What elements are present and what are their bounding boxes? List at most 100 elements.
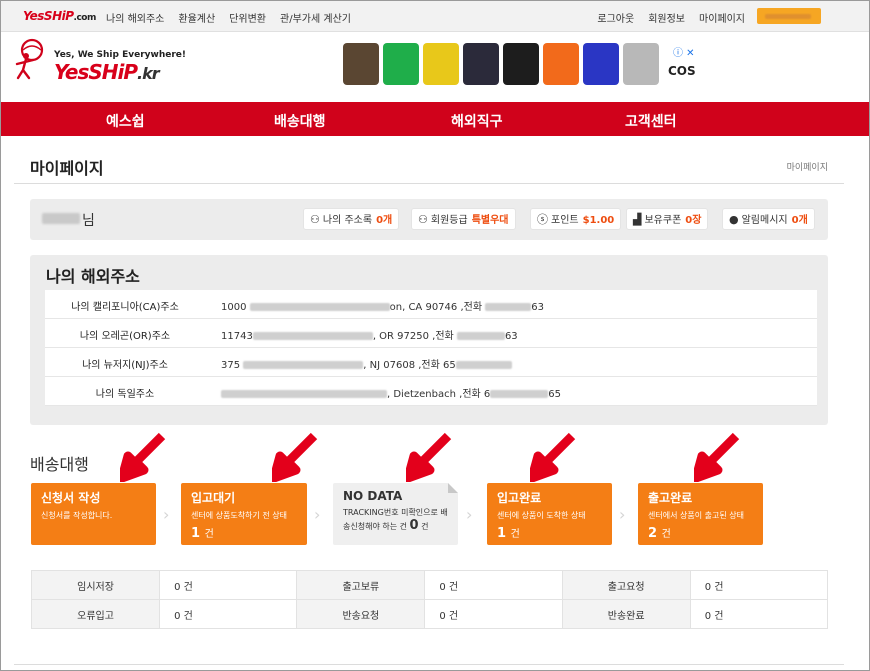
top-logo[interactable]: YesSHiP.com — [23, 9, 96, 23]
status-card-shipped[interactable]: 출고완료 센터에서 상품이 출고된 상태 2 건 — [638, 483, 763, 545]
chip-messages[interactable]: ● 알림메시지 0개 — [722, 208, 815, 230]
logout-link[interactable]: 로그아웃 — [597, 14, 634, 25]
status-value[interactable]: 0 건 — [159, 599, 298, 629]
address-label: 나의 뉴저지(NJ)주소 — [82, 360, 168, 371]
chip-member-level[interactable]: ⚇ 회원등급 특별우대 — [411, 208, 516, 230]
coupon-icon: ▟ — [633, 213, 642, 226]
address-row-nj: 나의 뉴저지(NJ)주소 375 , NJ 07608 ,전화 65 — [45, 348, 817, 377]
brand-name: YesSHiP.kr — [54, 60, 160, 84]
status-card-application[interactable]: 신청서 작성 신청서를 작성합니다. — [31, 483, 156, 545]
chevron-right-icon: › — [314, 505, 321, 524]
card-desc: 센터에서 상품이 출고된 상태 — [648, 511, 744, 520]
ad-product-image — [463, 43, 499, 85]
ad-product-image — [423, 43, 459, 85]
red-arrow-annotation-icon — [406, 432, 452, 482]
address-text: , Dietzenbach ,전화 6 65 — [221, 385, 561, 400]
top-link-unit-convert[interactable]: 단위변환 — [229, 14, 266, 25]
ad-product-image — [503, 43, 539, 85]
red-arrow-annotation-icon — [272, 432, 318, 482]
address-text: 11743, OR 97250 ,전화 63 — [221, 331, 518, 342]
card-count: 1 건 — [497, 526, 520, 541]
message-icon: ● — [729, 213, 739, 226]
point-icon: ⓢ — [537, 213, 548, 226]
status-key: 출고보류 — [296, 570, 426, 600]
ad-product-image — [543, 43, 579, 85]
red-arrow-annotation-icon — [530, 432, 576, 482]
ad-brand: COS — [668, 64, 696, 78]
red-arrow-annotation-icon — [694, 432, 740, 482]
address-label: 나의 오레곤(OR)주소 — [79, 331, 171, 342]
table-row: 오류입고 0 건 반송요청 0 건 반송완료 0 건 — [30, 599, 829, 629]
status-value[interactable]: 0 건 — [689, 570, 829, 600]
ad-product-image — [583, 43, 619, 85]
status-card-no-data[interactable]: NO DATA TRACKING번호 미확인으로 배송신청해야 하는 건 0 건 — [333, 483, 458, 545]
address-label: 나의 독일주소 — [95, 389, 155, 400]
ad-product-image — [383, 43, 419, 85]
card-title: 신청서 작성 — [41, 491, 101, 505]
ad-info-icon[interactable]: ⓘ ✕ — [673, 44, 695, 59]
ad-product-image — [623, 43, 659, 85]
card-desc: 신청서를 작성합니다. — [41, 511, 113, 520]
user-name-blurred — [42, 213, 80, 224]
address-text: 375 , NJ 07608 ,전화 65 — [221, 356, 512, 371]
address-row-de: 나의 독일주소 , Dietzenbach ,전화 6 65 — [45, 377, 817, 406]
blurred-label — [765, 14, 811, 19]
status-value[interactable]: 0 건 — [424, 599, 563, 629]
chip-coupons[interactable]: ▟ 보유쿠폰 0장 — [626, 208, 709, 230]
status-card-received[interactable]: 입고완료 센터에 상품이 도착한 상태 1 건 — [487, 483, 612, 545]
status-value[interactable]: 0 건 — [159, 570, 298, 600]
top-link-exchange[interactable]: 환율계산 — [178, 14, 215, 25]
chip-points[interactable]: ⓢ 포인트 $1.00 — [530, 208, 622, 230]
top-orange-button[interactable] — [757, 8, 821, 24]
chevron-right-icon: › — [619, 505, 626, 524]
brand-tagline: Yes, We Ship Everywhere! — [54, 50, 186, 60]
chip-address-book[interactable]: ⚇ 나의 주소록 0개 — [303, 208, 400, 230]
chevron-right-icon: › — [163, 505, 170, 524]
status-key: 오류입고 — [30, 599, 161, 629]
divider — [14, 183, 844, 184]
ad-product-image — [343, 43, 379, 85]
top-links: 나의 해외주소 환율계산 단위변환 관/부가세 계산기 — [106, 10, 365, 25]
status-key: 출고요청 — [561, 570, 691, 600]
card-title: 입고완료 — [497, 491, 542, 505]
shipping-section-title: 배송대행 — [30, 455, 89, 474]
chevron-right-icon: › — [466, 505, 473, 524]
card-title: NO DATA — [343, 489, 403, 503]
address-label: 나의 캘리포니아(CA)주소 — [71, 302, 179, 313]
card-count: 2 건 — [648, 526, 671, 541]
card-title: 출고완료 — [648, 491, 693, 505]
nav-shipping-agency[interactable]: 배송대행 — [274, 111, 326, 131]
status-card-awaiting-arrival[interactable]: 입고대기 센터에 상품도착하기 전 상태 1 건 — [181, 483, 307, 545]
brand-logo[interactable]: Yes, We Ship Everywhere! YesSHiP.kr — [14, 36, 194, 86]
member-info-link[interactable]: 회원정보 — [648, 14, 685, 25]
top-link-tax-calc[interactable]: 관/부가세 계산기 — [280, 14, 351, 25]
nav-customer-center[interactable]: 고객센터 — [625, 111, 677, 131]
status-value[interactable]: 0 건 — [424, 570, 563, 600]
divider — [14, 664, 844, 665]
red-arrow-annotation-icon — [120, 432, 166, 482]
mypage-link[interactable]: 마이페이지 — [699, 14, 745, 25]
page-title: 마이페이지 — [30, 159, 104, 178]
user-name-suffix: 님 — [82, 213, 95, 229]
status-value[interactable]: 0 건 — [689, 599, 829, 629]
address-row-or: 나의 오레곤(OR)주소 11743, OR 97250 ,전화 63 — [45, 319, 817, 348]
top-link-my-address[interactable]: 나의 해외주소 — [106, 14, 164, 25]
folded-corner — [448, 483, 458, 493]
main-nav: 예스쉽 배송대행 해외직구 고객센터 — [1, 102, 869, 136]
nav-yesship[interactable]: 예스쉽 — [106, 111, 145, 131]
card-title: 입고대기 — [191, 491, 236, 505]
table-row: 임시저장 0 건 출고보류 0 건 출고요청 0 건 — [30, 570, 829, 600]
breadcrumb[interactable]: 마이페이지 — [787, 160, 828, 173]
address-row-ca: 나의 캘리포니아(CA)주소 1000 on, CA 90746 ,전화 63 — [45, 290, 817, 319]
nav-direct-purchase[interactable]: 해외직구 — [451, 111, 503, 131]
card-desc: 센터에 상품이 도착한 상태 — [497, 511, 586, 520]
card-desc: TRACKING번호 미확인으로 배송신청해야 하는 건 0 건 — [343, 508, 448, 533]
runner-globe-icon — [15, 38, 44, 80]
ad-banner[interactable]: ⓘ ✕ COS — [343, 41, 701, 91]
user-summary: 님 ⚇ 나의 주소록 0개 ⚇ 회원등급 특별우대 ⓢ 포인트 $1.00 ▟ 보유쿠폰 0장 … — [30, 199, 828, 240]
status-key: 임시저장 — [30, 570, 161, 600]
status-table: 임시저장 0 건 출고보류 0 건 출고요청 0 건 오류입고 0 건 반송요청… — [30, 570, 829, 629]
top-bar: YesSHiP.com 나의 해외주소 환율계산 단위변환 관/부가세 계산기 로그아… — [1, 1, 869, 32]
card-count: 1 건 — [191, 526, 214, 541]
address-text: 1000 on, CA 90746 ,전화 63 — [221, 302, 544, 313]
